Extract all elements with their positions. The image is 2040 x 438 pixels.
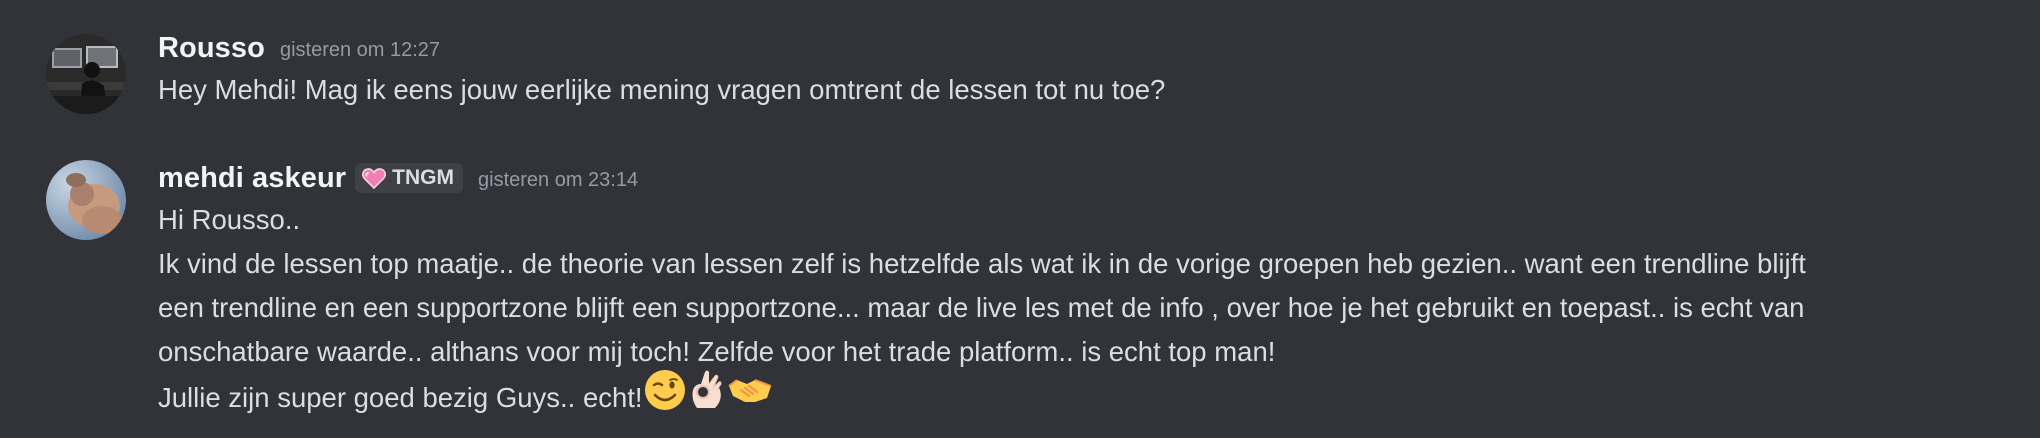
message-text-last: Jullie zijn super goed bezig Guys.. echt… [158,370,2018,425]
avatar[interactable] [46,160,126,240]
role-tag-label: TNGM [392,166,454,189]
timestamp[interactable]: gisteren om 23:14 [478,169,638,192]
winking-face-emoji[interactable] [643,368,687,425]
timestamp[interactable]: gisteren om 12:27 [280,39,440,62]
message-text: Hey Mehdi! Mag ik eens jouw eerlijke men… [158,74,1166,105]
username[interactable]: Rousso [158,32,265,65]
role-tag[interactable]: TNGM [355,163,463,193]
username[interactable]: mehdi askeur [158,162,346,195]
message-text: een trendline en een supportzone blijft … [158,292,1805,323]
message-text: onschatbare waarde.. althans voor mij to… [158,336,1276,367]
avatar[interactable] [46,34,126,114]
avatar-rousso-image [46,34,126,114]
message-text: Ik vind de lessen top maatje.. de theori… [158,248,1806,279]
message-text: Hi Rousso.. [158,204,301,235]
avatar-mehdi-image [46,160,126,240]
message-text: Jullie zijn super goed bezig Guys.. echt… [158,381,643,413]
handshake-emoji[interactable] [727,370,773,423]
ok-hand-emoji[interactable] [687,368,727,425]
pink-heart-icon [362,167,387,190]
